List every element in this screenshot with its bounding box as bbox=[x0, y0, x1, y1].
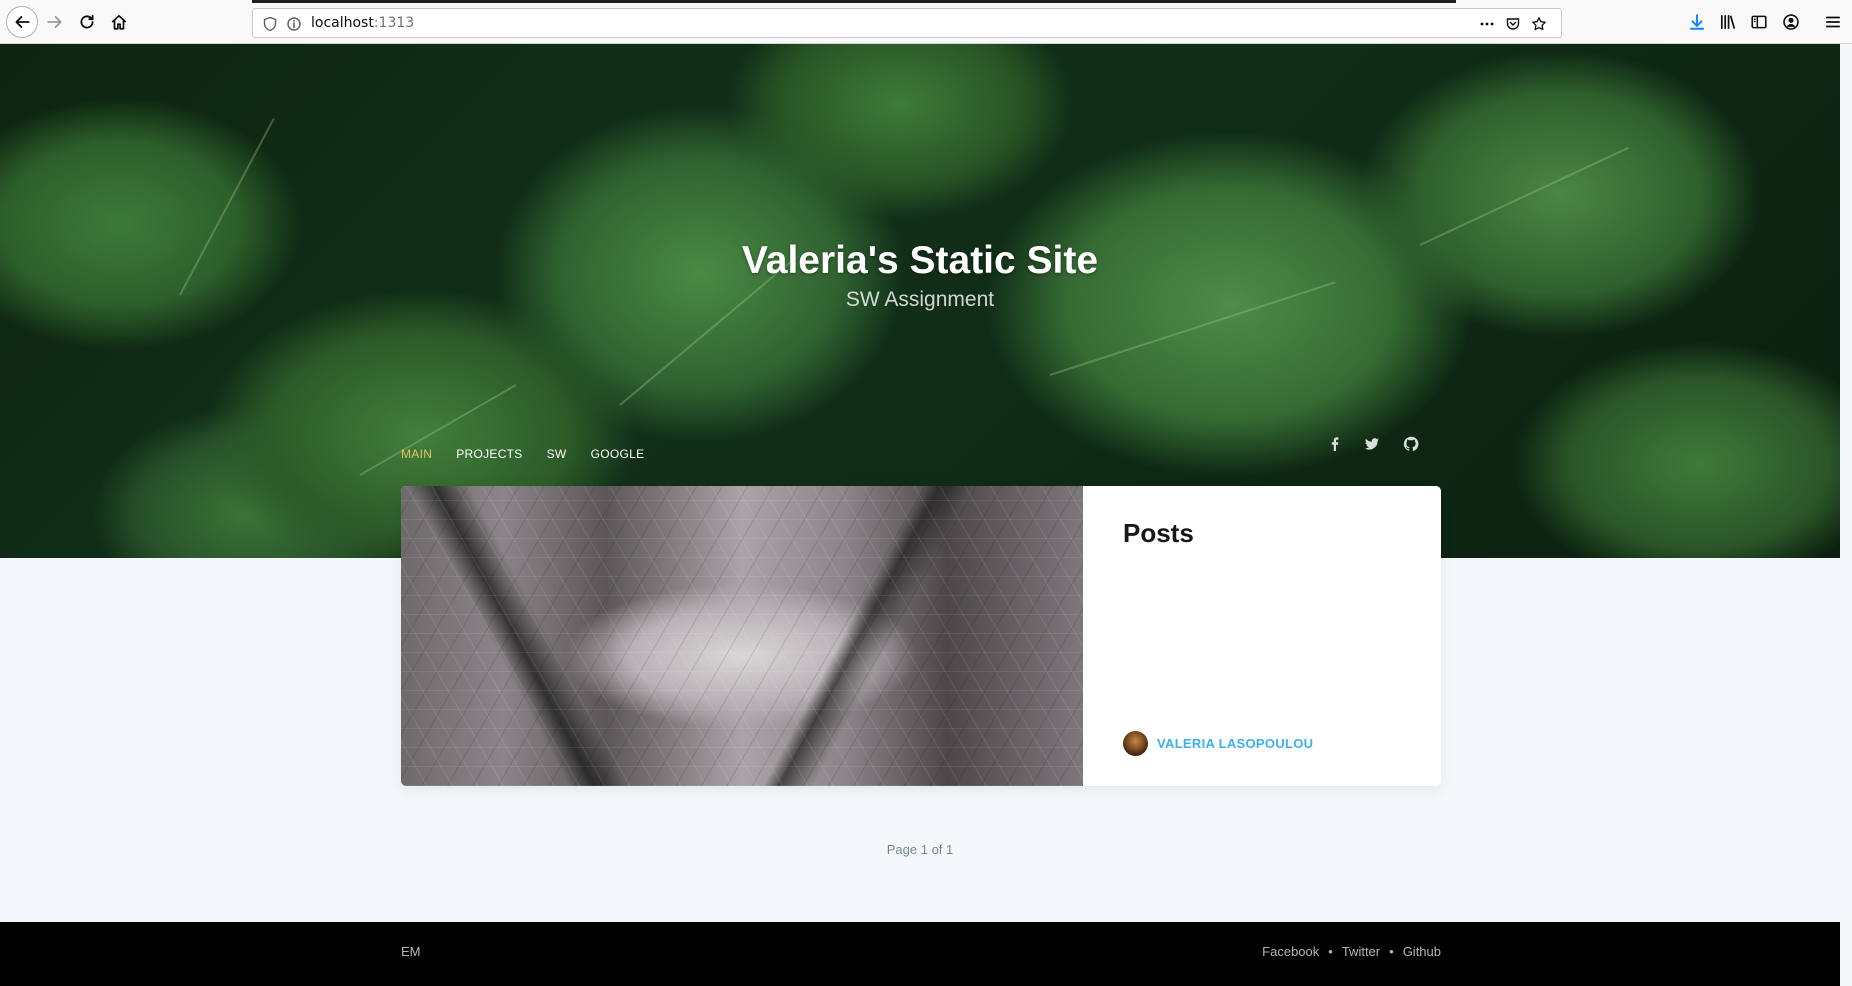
pocket-icon[interactable] bbox=[1504, 15, 1522, 33]
bookmark-star-icon[interactable] bbox=[1530, 15, 1548, 33]
post-card[interactable]: Posts VALERIA LASOPOULOU bbox=[401, 486, 1441, 786]
url-port: :1313 bbox=[373, 15, 415, 31]
back-icon bbox=[15, 16, 30, 28]
footer-link-facebook[interactable]: Facebook bbox=[1262, 944, 1319, 959]
sidebar-button[interactable] bbox=[1746, 9, 1772, 35]
author-name[interactable]: VALERIA LASOPOULOU bbox=[1157, 736, 1313, 751]
main-nav: MAIN PROJECTS SW GOOGLE bbox=[401, 447, 668, 461]
page-load-indicator bbox=[252, 0, 1456, 3]
library-icon bbox=[1720, 14, 1736, 30]
account-button[interactable] bbox=[1778, 9, 1804, 35]
info-icon[interactable] bbox=[285, 15, 303, 33]
twitter-icon[interactable] bbox=[1363, 435, 1381, 453]
hero-header: Valeria's Static Site SW Assignment MAIN… bbox=[0, 44, 1840, 558]
reload-button[interactable] bbox=[74, 9, 100, 35]
post-author[interactable]: VALERIA LASOPOULOU bbox=[1123, 731, 1313, 756]
post-content: Posts VALERIA LASOPOULOU bbox=[1083, 486, 1441, 786]
site-footer: EM Facebook • Twitter • Github bbox=[0, 922, 1840, 986]
home-icon bbox=[111, 14, 127, 30]
url-text[interactable]: localhost:1313 bbox=[311, 15, 414, 31]
post-feature-image[interactable] bbox=[401, 486, 1083, 786]
pagination-text: Page 1 of 1 bbox=[886, 842, 954, 857]
nav-item-google[interactable]: GOOGLE bbox=[591, 447, 645, 461]
download-icon bbox=[1689, 14, 1705, 30]
back-button[interactable] bbox=[6, 6, 38, 38]
library-button[interactable] bbox=[1715, 9, 1741, 35]
site-title: Valeria's Static Site bbox=[741, 239, 1099, 282]
footer-separator: • bbox=[1389, 944, 1394, 959]
footer-link-twitter[interactable]: Twitter bbox=[1342, 944, 1380, 959]
account-icon bbox=[1783, 14, 1799, 30]
facebook-icon[interactable] bbox=[1326, 435, 1344, 453]
downloads-button[interactable] bbox=[1684, 9, 1710, 35]
footer-brand[interactable]: EM bbox=[401, 944, 421, 959]
home-button[interactable] bbox=[106, 9, 132, 35]
sidebar-icon bbox=[1751, 15, 1767, 29]
forward-button[interactable] bbox=[42, 9, 68, 35]
app-menu-button[interactable] bbox=[1820, 9, 1846, 35]
forward-icon bbox=[47, 16, 62, 28]
github-icon[interactable] bbox=[1402, 435, 1420, 453]
more-icon[interactable] bbox=[1478, 15, 1496, 33]
site-subtitle: SW Assignment bbox=[845, 288, 995, 311]
browser-toolbar: localhost:1313 bbox=[0, 0, 1852, 44]
leaf-vein bbox=[1419, 146, 1629, 246]
page-scrollbar[interactable] bbox=[1840, 44, 1852, 986]
footer-separator: • bbox=[1328, 944, 1333, 959]
nav-item-main[interactable]: MAIN bbox=[401, 447, 432, 461]
reload-icon bbox=[80, 14, 94, 29]
url-host: localhost bbox=[311, 15, 374, 31]
author-avatar[interactable] bbox=[1123, 731, 1148, 756]
leaf-vein bbox=[359, 384, 517, 476]
nav-item-projects[interactable]: PROJECTS bbox=[456, 447, 522, 461]
address-bar[interactable]: localhost:1313 bbox=[252, 8, 1562, 38]
nav-item-sw[interactable]: SW bbox=[547, 447, 567, 461]
menu-icon bbox=[1825, 16, 1841, 28]
post-title[interactable]: Posts bbox=[1123, 518, 1194, 549]
shield-icon[interactable] bbox=[261, 15, 279, 33]
footer-links: Facebook • Twitter • Github bbox=[1262, 944, 1441, 959]
footer-link-github[interactable]: Github bbox=[1403, 944, 1441, 959]
page-viewport: Valeria's Static Site SW Assignment MAIN… bbox=[0, 44, 1852, 986]
